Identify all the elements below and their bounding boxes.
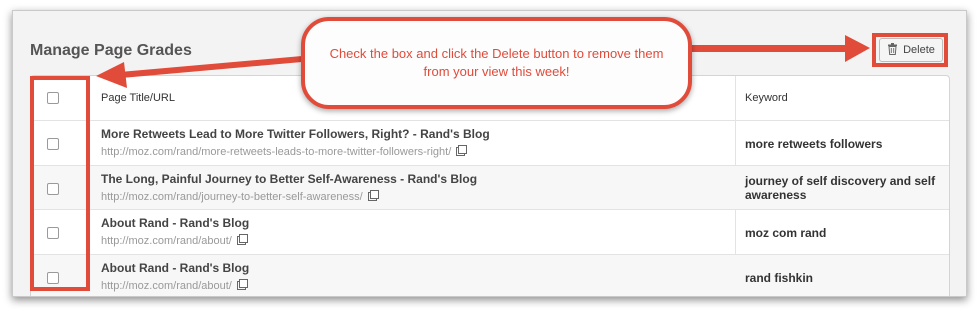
arrow-to-checkboxes xyxy=(96,56,302,88)
arrow-to-delete-button xyxy=(692,35,870,62)
annotation-callout: Check the box and click the Delete butto… xyxy=(301,17,692,109)
callout-text: Check the box and click the Delete butto… xyxy=(329,46,664,79)
